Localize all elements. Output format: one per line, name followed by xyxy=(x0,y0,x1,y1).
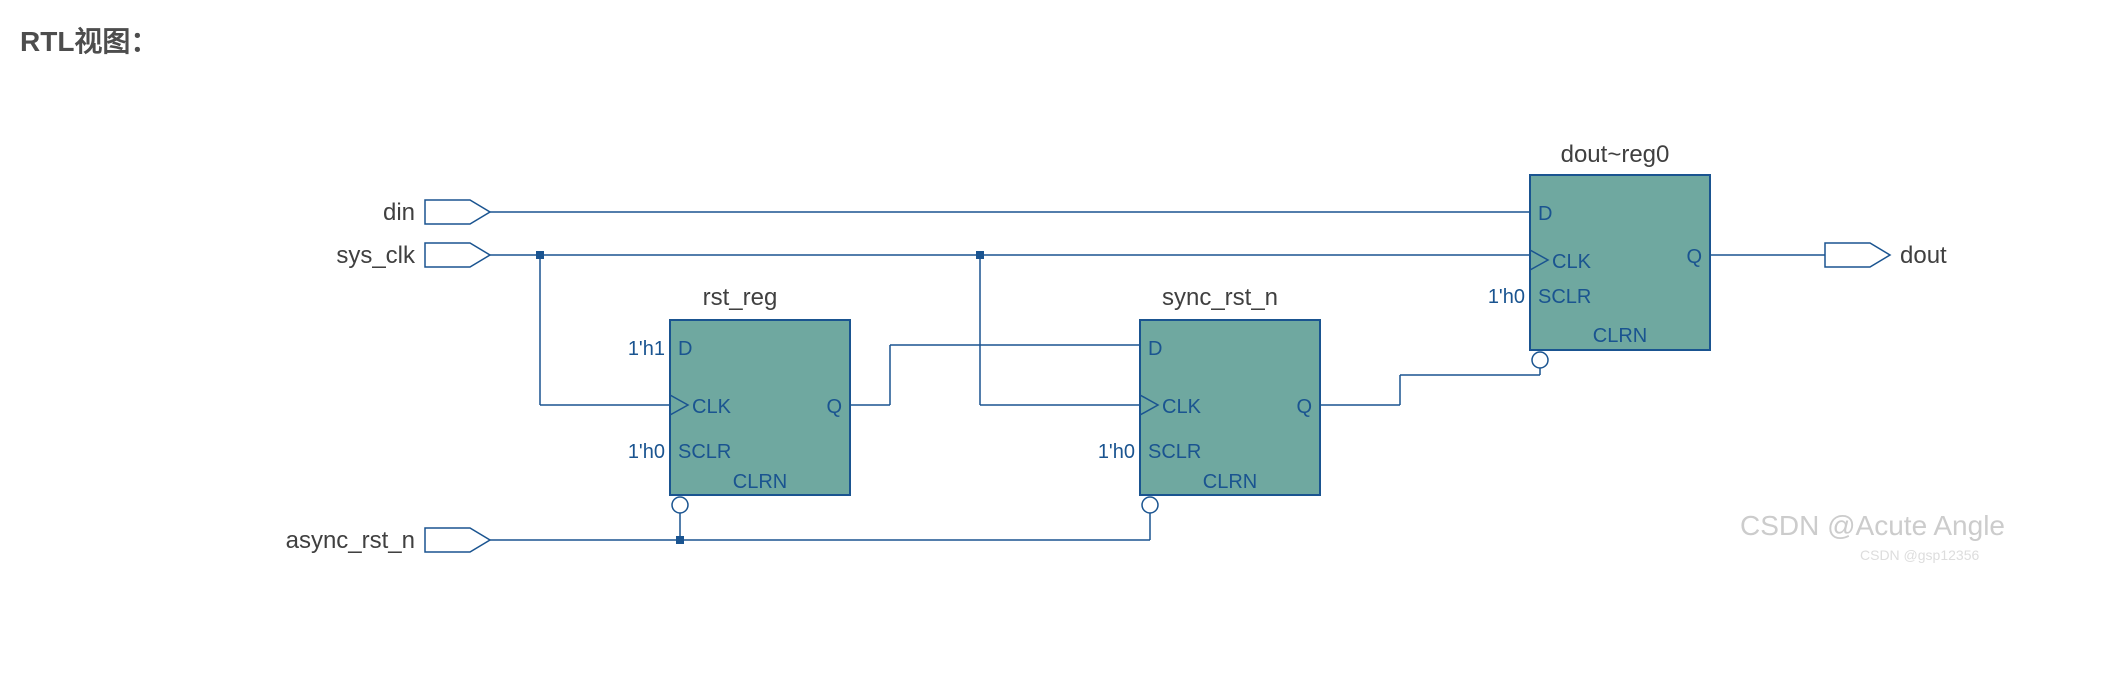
sys-clk-port-label: sys_clk xyxy=(336,242,416,269)
junction-sys-clk-2 xyxy=(976,251,984,259)
rst-reg-sclr-const: 1'h0 xyxy=(628,441,665,463)
sync-rst-n-q-pin: Q xyxy=(1296,396,1312,418)
async-rst-n-port-label: async_rst_n xyxy=(286,527,415,554)
dout-reg0-sclr-pin: SCLR xyxy=(1538,286,1591,308)
watermark-small: CSDN @gsp12356 xyxy=(1860,547,1979,563)
sync-rst-n-title: sync_rst_n xyxy=(1162,284,1278,311)
dout-reg0-sclr-const: 1'h0 xyxy=(1488,286,1525,308)
rst-reg-sclr-pin: SCLR xyxy=(678,441,731,463)
sync-rst-n-d-pin: D xyxy=(1148,338,1162,360)
dout-reg0-q-pin: Q xyxy=(1686,246,1702,268)
din-port-icon xyxy=(425,200,490,224)
rst-reg-clrn-bubble-icon xyxy=(672,497,688,513)
dout-reg0-clk-pin: CLK xyxy=(1552,251,1592,273)
din-port-label: din xyxy=(383,199,415,226)
sync-rst-n-sclr-pin: SCLR xyxy=(1148,441,1201,463)
rtl-svg: din sys_clk async_rst_n dout rst_reg D C… xyxy=(20,80,2080,700)
sync-rst-n-clrn-pin: CLRN xyxy=(1203,471,1257,493)
rst-reg-title: rst_reg xyxy=(703,284,778,311)
dout-reg0-d-pin: D xyxy=(1538,203,1552,225)
sync-rst-n-sclr-const: 1'h0 xyxy=(1098,441,1135,463)
dout-reg0-clrn-bubble-icon xyxy=(1532,352,1548,368)
rst-reg-clrn-pin: CLRN xyxy=(733,471,787,493)
dout-port-icon xyxy=(1825,243,1890,267)
watermark: CSDN @Acute Angle xyxy=(1740,510,2005,541)
junction-async-1 xyxy=(676,536,684,544)
sync-rst-n-clrn-bubble-icon xyxy=(1142,497,1158,513)
junction-sys-clk-1 xyxy=(536,251,544,259)
sync-rst-n-clk-pin: CLK xyxy=(1162,396,1202,418)
dout-reg0-clrn-pin: CLRN xyxy=(1593,325,1647,347)
rst-reg-d-const: 1'h1 xyxy=(628,338,665,360)
rst-reg-clk-pin: CLK xyxy=(692,396,732,418)
dout-port-label: dout xyxy=(1900,242,1947,269)
dout-reg0-title: dout~reg0 xyxy=(1561,141,1670,168)
sys-clk-port-icon xyxy=(425,243,490,267)
rtl-diagram: din sys_clk async_rst_n dout rst_reg D C… xyxy=(20,80,2080,700)
page-title: RTL视图： xyxy=(20,20,2101,60)
rst-reg-d-pin: D xyxy=(678,338,692,360)
async-rst-n-port-icon xyxy=(425,528,490,552)
rst-reg-q-pin: Q xyxy=(826,396,842,418)
